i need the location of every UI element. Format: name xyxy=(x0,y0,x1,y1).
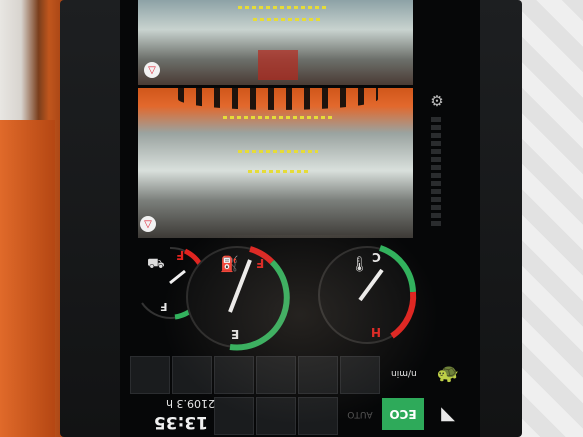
camera-feed-top: ▽ xyxy=(138,0,413,85)
grid-cell[interactable] xyxy=(256,397,296,435)
background-right xyxy=(515,0,583,437)
auto-button[interactable]: AUTO xyxy=(340,398,380,430)
guide-line xyxy=(253,18,323,21)
camera-object xyxy=(258,50,298,80)
temp-marker-cold: C xyxy=(372,250,381,264)
guide-line xyxy=(238,150,318,153)
guide-line xyxy=(223,116,333,119)
grid-cell[interactable] xyxy=(214,397,254,435)
camera-feed-bottom: ▽ xyxy=(138,88,413,238)
adblue-icon: ⛟ xyxy=(147,256,165,272)
guide-line xyxy=(248,170,308,173)
grid-cell[interactable] xyxy=(298,397,338,435)
auto-idle-button[interactable]: n/min xyxy=(384,356,424,390)
grid-cell[interactable] xyxy=(340,356,380,394)
clock: 13:35 xyxy=(153,412,208,432)
grid-cell[interactable] xyxy=(130,356,170,394)
auto-rpm-label: n/min xyxy=(391,368,417,378)
camera-view-icon[interactable]: ▽ xyxy=(140,216,156,232)
work-mode-icon[interactable]: 🐢 xyxy=(428,356,468,390)
temp-marker-hot: H xyxy=(371,325,382,339)
wiper-icon[interactable]: ◣ xyxy=(428,396,468,430)
grid-cell[interactable] xyxy=(172,356,212,394)
fuel-pump-icon: ⛽ xyxy=(220,255,239,273)
side-indicator-strip xyxy=(425,88,447,236)
guide-line xyxy=(238,6,328,9)
fuel-marker-empty: E xyxy=(231,327,240,341)
grid-cell[interactable] xyxy=(298,356,338,394)
coolant-temperature-icon: 🌡 xyxy=(350,255,370,273)
grid-cell[interactable] xyxy=(256,356,296,394)
machine-body xyxy=(0,120,55,437)
camera-view-icon[interactable]: ▽ xyxy=(144,62,160,78)
eco-button[interactable]: ECO xyxy=(382,398,424,430)
gauge-marker-empty: F xyxy=(160,300,168,313)
machine-edge-stripes xyxy=(178,88,378,110)
grid-cell[interactable] xyxy=(214,356,254,394)
engine-hours: 2109.3 h xyxy=(166,397,215,410)
fuel-marker-full: F xyxy=(256,256,265,270)
